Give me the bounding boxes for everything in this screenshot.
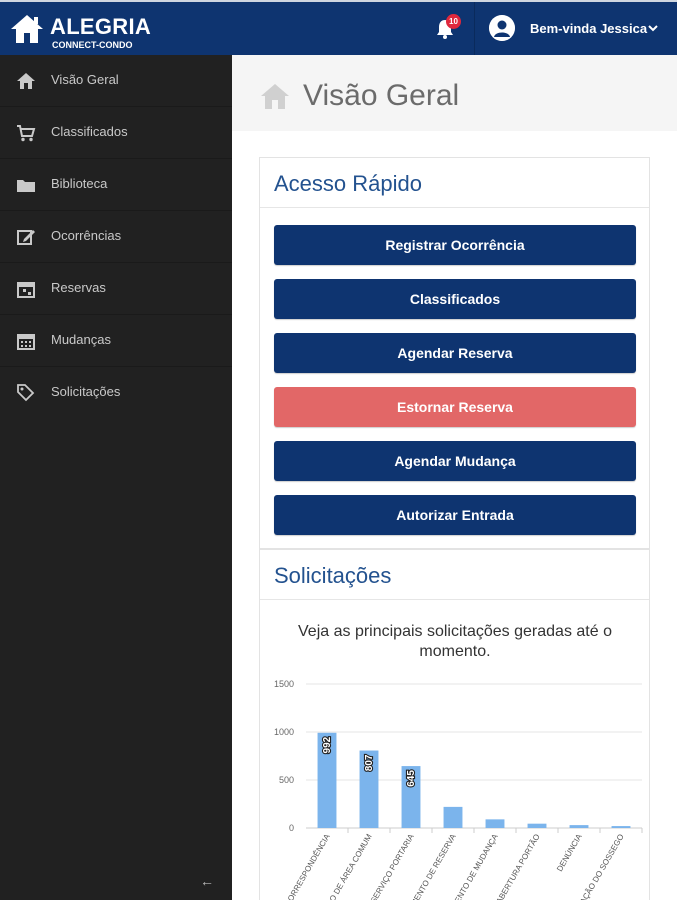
x-tick-label: ABERTURA PORTÃO bbox=[495, 833, 542, 900]
user-menu[interactable]: Bem-vinda Jessica bbox=[474, 2, 677, 57]
sidebar-item-reservas[interactable]: Reservas bbox=[0, 263, 232, 315]
sidebar-item-solicitacoes[interactable]: Solicitações bbox=[0, 367, 232, 419]
x-tick-label: CORRESPONDÊNCIA bbox=[283, 832, 332, 900]
panel-header: Solicitações bbox=[260, 550, 649, 600]
bar bbox=[611, 826, 631, 828]
bar bbox=[485, 819, 505, 828]
notification-count-badge: 10 bbox=[446, 14, 461, 29]
sidebar-item-label: Visão Geral bbox=[51, 72, 119, 87]
bar bbox=[527, 823, 547, 828]
x-tick-label: SERVIÇO PORTARIA bbox=[369, 832, 416, 900]
data-label: 807 bbox=[364, 754, 375, 771]
home-icon bbox=[261, 84, 289, 109]
y-tick-label: 1500 bbox=[274, 679, 294, 689]
sidebar-item-label: Mudanças bbox=[51, 332, 111, 347]
sidebar-item-label: Classificados bbox=[51, 124, 128, 139]
x-tick-label: USO DE ÁREA COMUM bbox=[322, 832, 374, 900]
autorizar-entrada-button[interactable]: Autorizar Entrada bbox=[274, 495, 636, 535]
bar bbox=[443, 806, 463, 828]
requests-bar-chart: 0 500 1000 1500 992 CORRESPONDÊNCIA 807 USO DE … bbox=[274, 679, 643, 900]
estornar-reserva-button[interactable]: Estornar Reserva bbox=[274, 387, 636, 427]
data-label: 645 bbox=[406, 770, 417, 787]
tags-icon bbox=[17, 384, 35, 402]
chart-intro-text: Veja as principais solicitações geradas … bbox=[298, 623, 612, 660]
page-header: Visão Geral bbox=[232, 55, 677, 131]
x-tick-label: DENÚNCIA bbox=[555, 832, 584, 873]
folder-icon bbox=[17, 180, 35, 192]
sidebar-item-label: Biblioteca bbox=[51, 176, 108, 191]
panel-title: Acesso Rápido bbox=[274, 171, 422, 196]
x-tick-label: AGENDAMENTO DE MUDANÇA bbox=[433, 832, 500, 900]
sidebar-item-ocorrencias[interactable]: Ocorrências bbox=[0, 211, 232, 263]
y-tick-label: 500 bbox=[279, 775, 294, 785]
brand-subtitle: CONNECT-CONDO bbox=[52, 40, 133, 50]
brand-logo[interactable]: ALEGRIA CONNECT-CONDO bbox=[10, 12, 210, 56]
classificados-button[interactable]: Classificados bbox=[274, 279, 636, 319]
user-greeting: Bem-vinda Jessica bbox=[530, 21, 648, 36]
agendar-reserva-button[interactable]: Agendar Reserva bbox=[274, 333, 636, 373]
sidebar-item-label: Ocorrências bbox=[51, 228, 122, 243]
y-tick-label: 1000 bbox=[274, 727, 294, 737]
panel-title: Solicitações bbox=[274, 563, 392, 588]
calendar-icon bbox=[17, 282, 35, 298]
sidebar-item-biblioteca[interactable]: Biblioteca bbox=[0, 159, 232, 211]
data-label: 992 bbox=[322, 736, 333, 753]
sidebar-item-classificados[interactable]: Classificados bbox=[0, 107, 232, 159]
page-title: Visão Geral bbox=[303, 79, 460, 112]
sidebar-item-visao-geral[interactable]: Visão Geral bbox=[0, 55, 232, 107]
cart-icon bbox=[17, 125, 36, 142]
quick-access-panel: Acesso Rápido Registrar Ocorrência Class… bbox=[259, 157, 650, 549]
registrar-ocorrencia-button[interactable]: Registrar Ocorrência bbox=[274, 225, 636, 265]
sidebar: Visão Geral Classificados Biblioteca Oco… bbox=[0, 55, 232, 900]
user-circle-icon bbox=[489, 15, 515, 41]
agendar-mudanca-button[interactable]: Agendar Mudança bbox=[274, 441, 636, 481]
panel-header: Acesso Rápido bbox=[260, 158, 649, 208]
collapse-sidebar-button[interactable]: ← bbox=[200, 873, 214, 889]
brand-title: ALEGRIA bbox=[50, 14, 152, 39]
x-tick-label: CANCELAMENTO DE RESERVA bbox=[390, 832, 458, 900]
bar bbox=[569, 825, 589, 828]
chevron-down-icon bbox=[648, 25, 658, 32]
sidebar-item-label: Reservas bbox=[51, 280, 106, 295]
y-tick-label: 0 bbox=[289, 823, 294, 833]
home-icon bbox=[17, 73, 35, 89]
edit-icon bbox=[17, 230, 35, 245]
sidebar-item-label: Solicitações bbox=[51, 384, 121, 399]
requests-panel: Solicitações Veja as principais solicita… bbox=[259, 549, 650, 900]
calendar-icon bbox=[17, 334, 35, 350]
home-logo-icon bbox=[11, 15, 43, 43]
sidebar-item-mudancas[interactable]: Mudanças bbox=[0, 315, 232, 367]
top-navbar: ALEGRIA CONNECT-CONDO 10 Bem-vinda Jessi… bbox=[0, 0, 677, 57]
